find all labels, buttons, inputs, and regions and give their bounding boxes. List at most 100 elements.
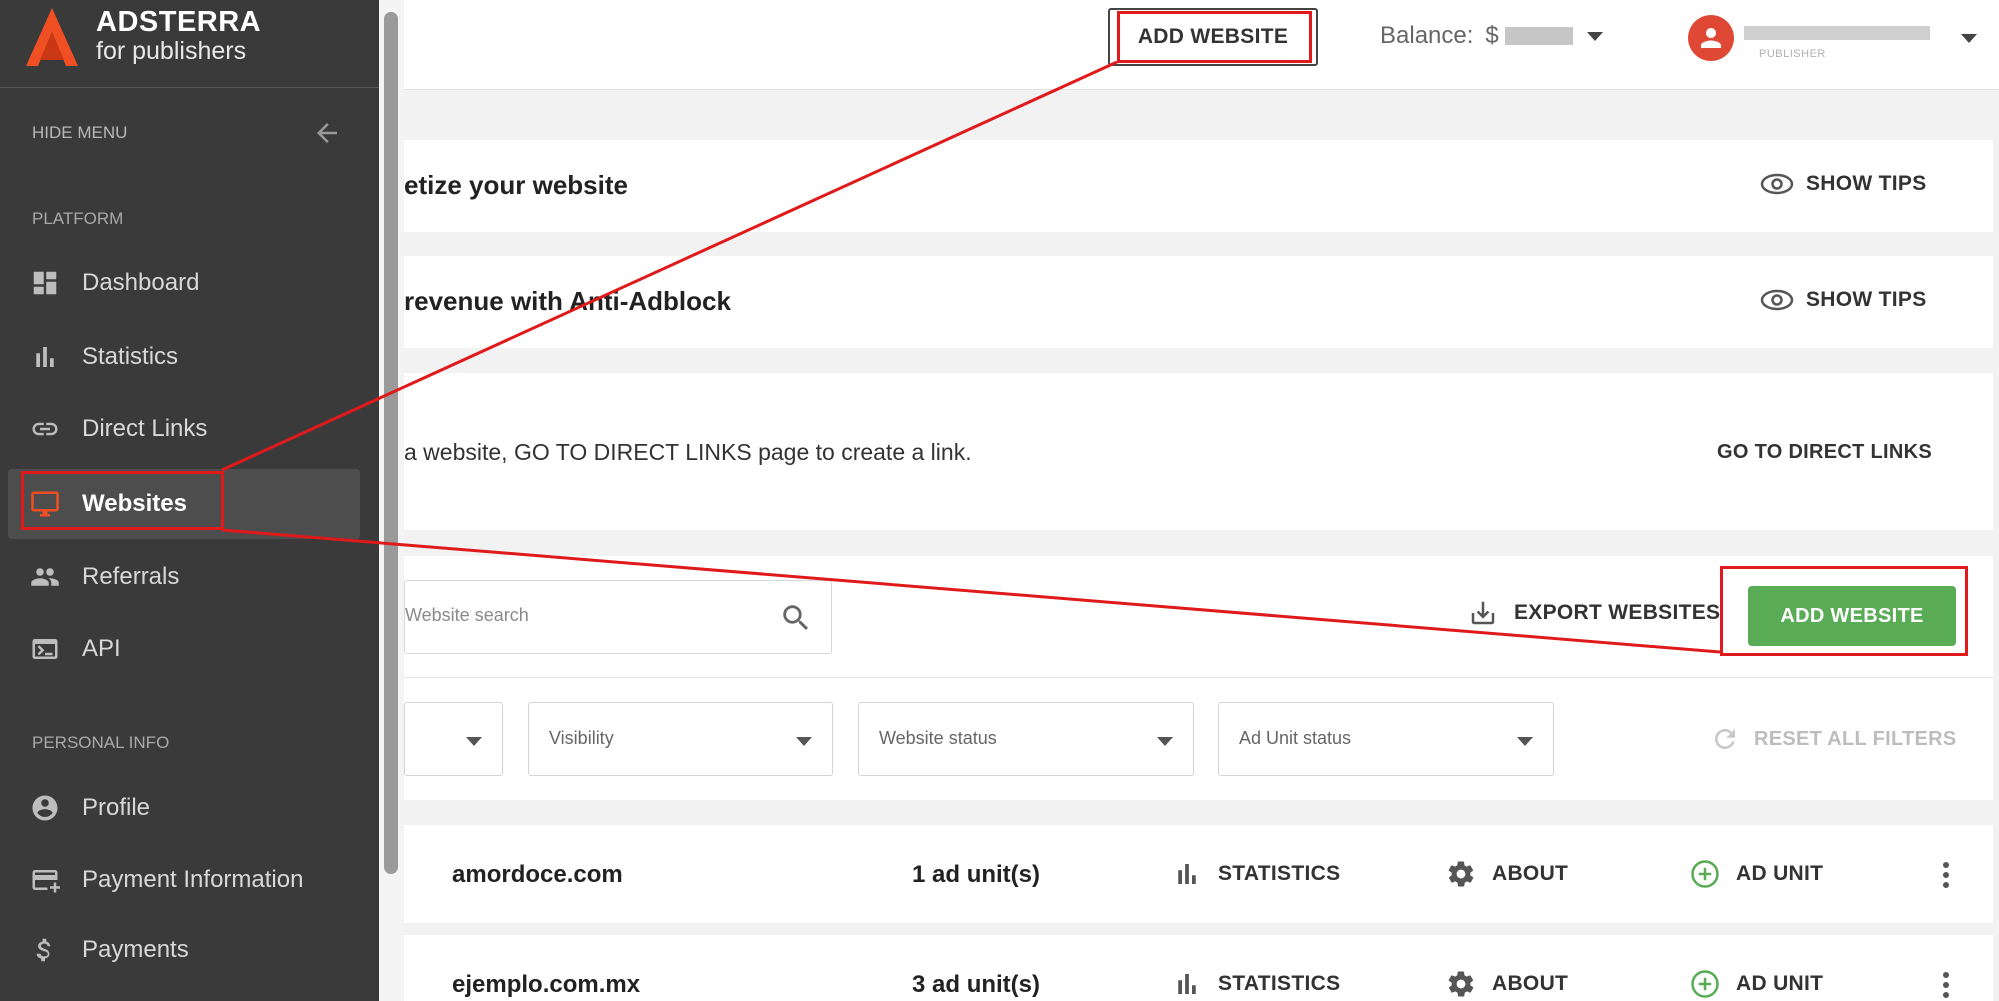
table-row: amordoce.com 1 ad unit(s) STATISTICS ABO… xyxy=(404,825,1993,923)
people-icon xyxy=(30,562,60,592)
show-tips-button[interactable]: SHOW TIPS xyxy=(1760,172,1927,196)
user-icon xyxy=(1701,28,1721,48)
hide-menu-label: HIDE MENU xyxy=(32,123,128,142)
sidebar-item-label: Referrals xyxy=(82,563,180,590)
reset-label: RESET ALL FILTERS xyxy=(1754,727,1957,750)
sidebar-item-label: Direct Links xyxy=(82,415,208,442)
dollar-icon xyxy=(30,935,60,965)
more-vert-icon[interactable] xyxy=(1942,971,1950,999)
balance-currency: $ xyxy=(1485,22,1499,49)
statistics-button[interactable]: STATISTICS xyxy=(1172,859,1340,889)
sidebar-scrollbar-thumb[interactable] xyxy=(384,12,398,874)
avatar[interactable] xyxy=(1688,15,1734,61)
download-icon xyxy=(1471,601,1495,625)
sidebar-item-payments[interactable]: Payments xyxy=(8,915,360,985)
ad-unit-label: AD UNIT xyxy=(1736,972,1824,995)
ad-unit-count: 3 ad unit(s) xyxy=(912,971,1041,998)
tip-card-monetize: etize your website SHOW TIPS xyxy=(404,140,1993,232)
sidebar-item-label: Payment Information xyxy=(82,866,304,893)
sidebar-item-referrals[interactable]: Referrals xyxy=(8,542,360,612)
sidebar-item-profile[interactable]: Profile xyxy=(8,773,360,843)
chevron-down-icon xyxy=(466,737,482,746)
arrow-left-icon xyxy=(317,123,337,143)
annotation-box-websites xyxy=(21,471,224,530)
sidebar-item-label: Profile xyxy=(82,794,151,821)
plus-circle-icon xyxy=(1691,970,1719,998)
direct-links-card: a website, GO TO DIRECT LINKS page to cr… xyxy=(404,373,1993,530)
card-icon xyxy=(30,865,60,895)
chevron-down-icon xyxy=(1517,737,1533,746)
about-label: ABOUT xyxy=(1492,972,1569,995)
website-status-select[interactable]: Website status xyxy=(858,702,1194,776)
sidebar-item-direct-links[interactable]: Direct Links xyxy=(8,394,360,464)
sidebar-item-label: API xyxy=(82,635,121,662)
gear-icon xyxy=(1448,971,1474,997)
visibility-select[interactable]: Visibility xyxy=(528,702,833,776)
bar-chart-icon xyxy=(30,342,60,372)
gear-icon xyxy=(1448,861,1474,887)
add-ad-unit-button[interactable]: AD UNIT xyxy=(1690,969,1823,999)
user-name-redacted xyxy=(1744,26,1930,40)
export-websites-button[interactable]: EXPORT WEBSITES xyxy=(1468,598,1720,628)
tip-card-title: revenue with Anti-Adblock xyxy=(404,286,731,316)
about-label: ABOUT xyxy=(1492,862,1569,885)
adsterra-logo[interactable]: ADSTERRA for publishers xyxy=(24,6,261,86)
chevron-down-icon xyxy=(1586,31,1603,41)
hide-menu-toggle[interactable]: HIDE MENU xyxy=(32,118,342,148)
search-icon[interactable] xyxy=(779,601,813,635)
user-menu-chevron-icon[interactable] xyxy=(1961,34,1977,43)
sidebar-item-api[interactable]: API xyxy=(8,614,360,684)
sidebar-divider xyxy=(0,87,379,88)
show-tips-button[interactable]: SHOW TIPS xyxy=(1760,288,1927,312)
section-personal-info: PERSONAL INFO xyxy=(32,733,170,752)
logo-subtitle: for publishers xyxy=(96,37,247,65)
refresh-icon xyxy=(1715,729,1735,749)
search-placeholder: Website search xyxy=(405,605,529,625)
direct-links-text: a website, GO TO DIRECT LINKS page to cr… xyxy=(404,439,972,465)
website-domain[interactable]: amordoce.com xyxy=(452,861,623,889)
eye-icon xyxy=(1760,173,1794,195)
sidebar-item-statistics[interactable]: Statistics xyxy=(8,322,360,392)
account-icon xyxy=(30,793,60,823)
dashboard-icon xyxy=(30,268,60,298)
link-icon xyxy=(30,414,60,444)
show-tips-label: SHOW TIPS xyxy=(1806,172,1927,195)
select-label: Ad Unit status xyxy=(1239,728,1352,748)
export-label: EXPORT WEBSITES xyxy=(1514,601,1721,624)
select-label: Visibility xyxy=(549,728,614,748)
reset-filters-button[interactable]: RESET ALL FILTERS xyxy=(1710,724,1957,754)
website-search-input[interactable]: Website search xyxy=(404,580,832,654)
sidebar-item-dashboard[interactable]: Dashboard xyxy=(8,248,360,318)
about-button[interactable]: ABOUT xyxy=(1446,969,1568,999)
website-domain[interactable]: ejemplo.com.mx xyxy=(452,971,640,999)
statistics-button[interactable]: STATISTICS xyxy=(1172,969,1340,999)
user-role: PUBLISHER xyxy=(1759,48,1826,60)
balance-dropdown[interactable]: Balance: $ xyxy=(1380,22,1603,50)
ad-unit-label: AD UNIT xyxy=(1736,862,1824,885)
more-vert-icon[interactable] xyxy=(1942,861,1950,889)
ad-unit-status-select[interactable]: Ad Unit status xyxy=(1218,702,1554,776)
ad-unit-count: 1 ad unit(s) xyxy=(912,861,1041,888)
tip-card-title: etize your website xyxy=(404,170,628,200)
annotation-box-header-add xyxy=(1117,11,1312,63)
tip-card-anti-adblock: revenue with Anti-Adblock SHOW TIPS xyxy=(404,256,1993,348)
plus-circle-icon xyxy=(1691,860,1719,888)
filter-select-partial[interactable] xyxy=(404,702,503,776)
show-tips-label: SHOW TIPS xyxy=(1806,288,1927,311)
filters-divider xyxy=(404,677,1993,678)
sidebar-item-label: Payments xyxy=(82,936,189,963)
balance-label: Balance: xyxy=(1380,22,1474,49)
sidebar-item-payment-information[interactable]: Payment Information xyxy=(8,845,360,915)
sidebar-item-label: Statistics xyxy=(82,343,179,370)
terminal-icon xyxy=(30,634,60,664)
about-button[interactable]: ABOUT xyxy=(1446,859,1568,889)
chevron-down-icon xyxy=(1157,737,1173,746)
go-to-direct-links-link[interactable]: GO TO DIRECT LINKS xyxy=(1717,441,1932,464)
bar-chart-icon xyxy=(1178,864,1196,884)
chevron-down-icon xyxy=(796,737,812,746)
statistics-label: STATISTICS xyxy=(1218,972,1341,995)
annotation-box-add-website xyxy=(1720,566,1968,656)
balance-value-redacted xyxy=(1504,27,1573,45)
select-label: Website status xyxy=(879,728,997,748)
add-ad-unit-button[interactable]: AD UNIT xyxy=(1690,859,1823,889)
